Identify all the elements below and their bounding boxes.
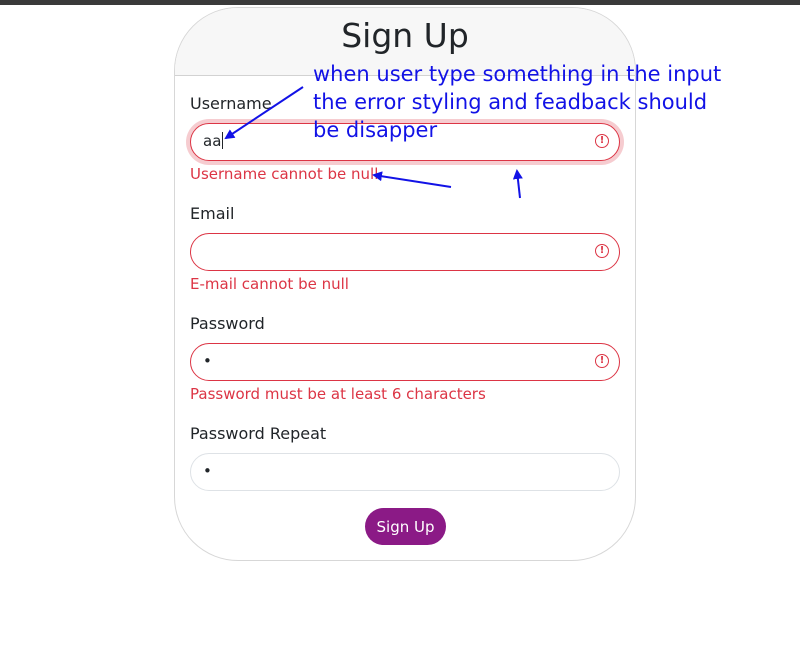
annotation-arrows: [224, 86, 523, 199]
arrow-to-feedback: [372, 171, 452, 188]
arrow-to-input: [224, 86, 304, 140]
arrow-to-border: [512, 169, 523, 199]
